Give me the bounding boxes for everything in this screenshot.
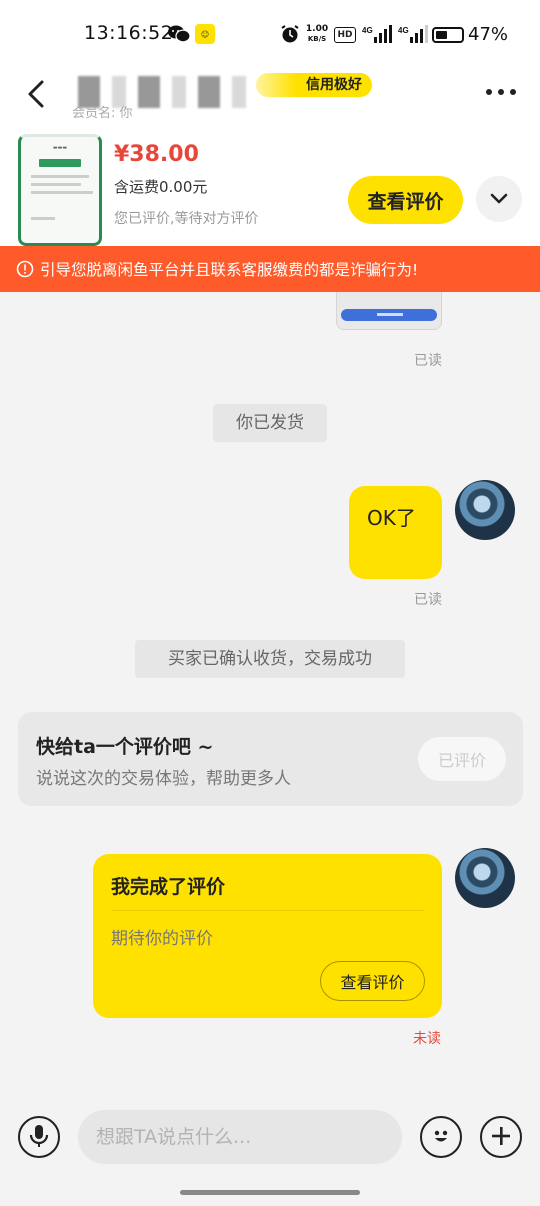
alarm-icon: [280, 23, 300, 45]
read-receipt: 已读: [414, 353, 442, 369]
review-prompt-title: 快给ta一个评价吧 ~: [36, 736, 214, 758]
emoji-button[interactable]: [420, 1116, 462, 1158]
app-notification-icon: ☺: [195, 24, 215, 44]
expand-button[interactable]: [476, 176, 522, 222]
thumbnail-line: [31, 183, 81, 186]
read-receipt: 已读: [414, 592, 442, 608]
thumbnail-title-mark: ▬▬▬: [52, 145, 68, 151]
image-message[interactable]: [336, 292, 442, 330]
view-review-button[interactable]: 查看评价: [348, 176, 463, 224]
hd-voice-icon: HD: [334, 27, 356, 43]
header-subtitle: 会员名: 你: [72, 106, 133, 121]
battery-percent: 47%: [468, 24, 509, 45]
system-message-confirmed: 买家已确认收货，交易成功: [135, 640, 405, 678]
system-message-shipped: 你已发货: [213, 404, 327, 442]
credit-badge: 信用极好: [256, 73, 372, 97]
thumbnail-button-mark: [39, 159, 81, 167]
fraud-warning-banner: 引导您脱离闲鱼平台并且联系客服缴费的都是诈骗行为!: [0, 246, 540, 292]
more-options-icon[interactable]: [484, 82, 518, 102]
signal-4g-icon: 4G: [362, 23, 392, 45]
thumbnail-line: [31, 191, 93, 194]
voice-button[interactable]: [18, 1116, 60, 1158]
emoji-icon: [429, 1124, 453, 1151]
battery-icon: [432, 27, 464, 43]
reviewed-button[interactable]: 已评价: [418, 737, 506, 781]
thumbnail-line: [31, 217, 55, 220]
product-shipping: 含运费0.00元: [114, 178, 208, 196]
microphone-icon: [29, 1124, 49, 1151]
message-text: OK了: [367, 506, 416, 530]
review-prompt-card: 快给ta一个评价吧 ~ 说说这次的交易体验，帮助更多人 已评价: [18, 712, 523, 806]
home-indicator[interactable]: [180, 1190, 360, 1195]
thumbnail-line: [31, 175, 89, 178]
message-input[interactable]: [78, 1110, 402, 1164]
avatar[interactable]: [455, 848, 515, 908]
message-bubble[interactable]: OK了: [349, 486, 442, 579]
plus-icon: [490, 1125, 512, 1150]
more-actions-button[interactable]: [480, 1116, 522, 1158]
chat-header: 信用极好 会员名: 你: [0, 70, 540, 121]
product-price: ¥38.00: [114, 142, 199, 167]
chevron-down-icon: [490, 190, 508, 209]
warning-icon: [16, 260, 34, 278]
avatar[interactable]: [455, 480, 515, 540]
net-speed-value: 1.00: [305, 24, 329, 34]
unread-receipt: 未读: [413, 1031, 441, 1047]
image-message-bar: [341, 309, 437, 321]
battery-level: [436, 31, 447, 39]
svg-text:4G: 4G: [362, 26, 373, 35]
product-card: ▬▬▬ ¥38.00 含运费0.00元 您已评价,等待对方评价 查看评价: [0, 120, 540, 246]
order-status: 您已评价,等待对方评价: [114, 211, 259, 227]
review-done-card: 我完成了评价 期待你的评价 查看评价: [93, 854, 442, 1018]
product-thumbnail[interactable]: ▬▬▬: [18, 134, 102, 246]
chat-messages: 已读 你已发货 OK了 已读 买家已确认收货，交易成功 快给ta一个评价吧 ~ …: [0, 292, 540, 1092]
status-time: 13:16:52: [84, 22, 174, 44]
net-speed-unit: KB/S: [307, 35, 327, 43]
review-done-subtitle: 期待你的评价: [111, 929, 213, 949]
signal-4g-icon: 4G: [398, 23, 428, 45]
back-arrow-icon[interactable]: [22, 76, 52, 110]
wechat-icon: [168, 23, 190, 45]
status-bar: 13:16:52 ☺ 1.00 KB/S HD 4G 4G 47%: [0, 0, 540, 70]
view-review-card-button[interactable]: 查看评价: [320, 961, 425, 1001]
net-speed-indicator: 1.00 KB/S: [304, 24, 330, 44]
review-done-title: 我完成了评价: [111, 876, 226, 898]
warning-text: 引导您脱离闲鱼平台并且联系客服缴费的都是诈骗行为!: [40, 261, 419, 279]
divider: [111, 910, 424, 911]
svg-text:4G: 4G: [398, 26, 409, 35]
review-prompt-subtitle: 说说这次的交易体验，帮助更多人: [36, 769, 291, 789]
input-bar: [0, 1092, 540, 1206]
